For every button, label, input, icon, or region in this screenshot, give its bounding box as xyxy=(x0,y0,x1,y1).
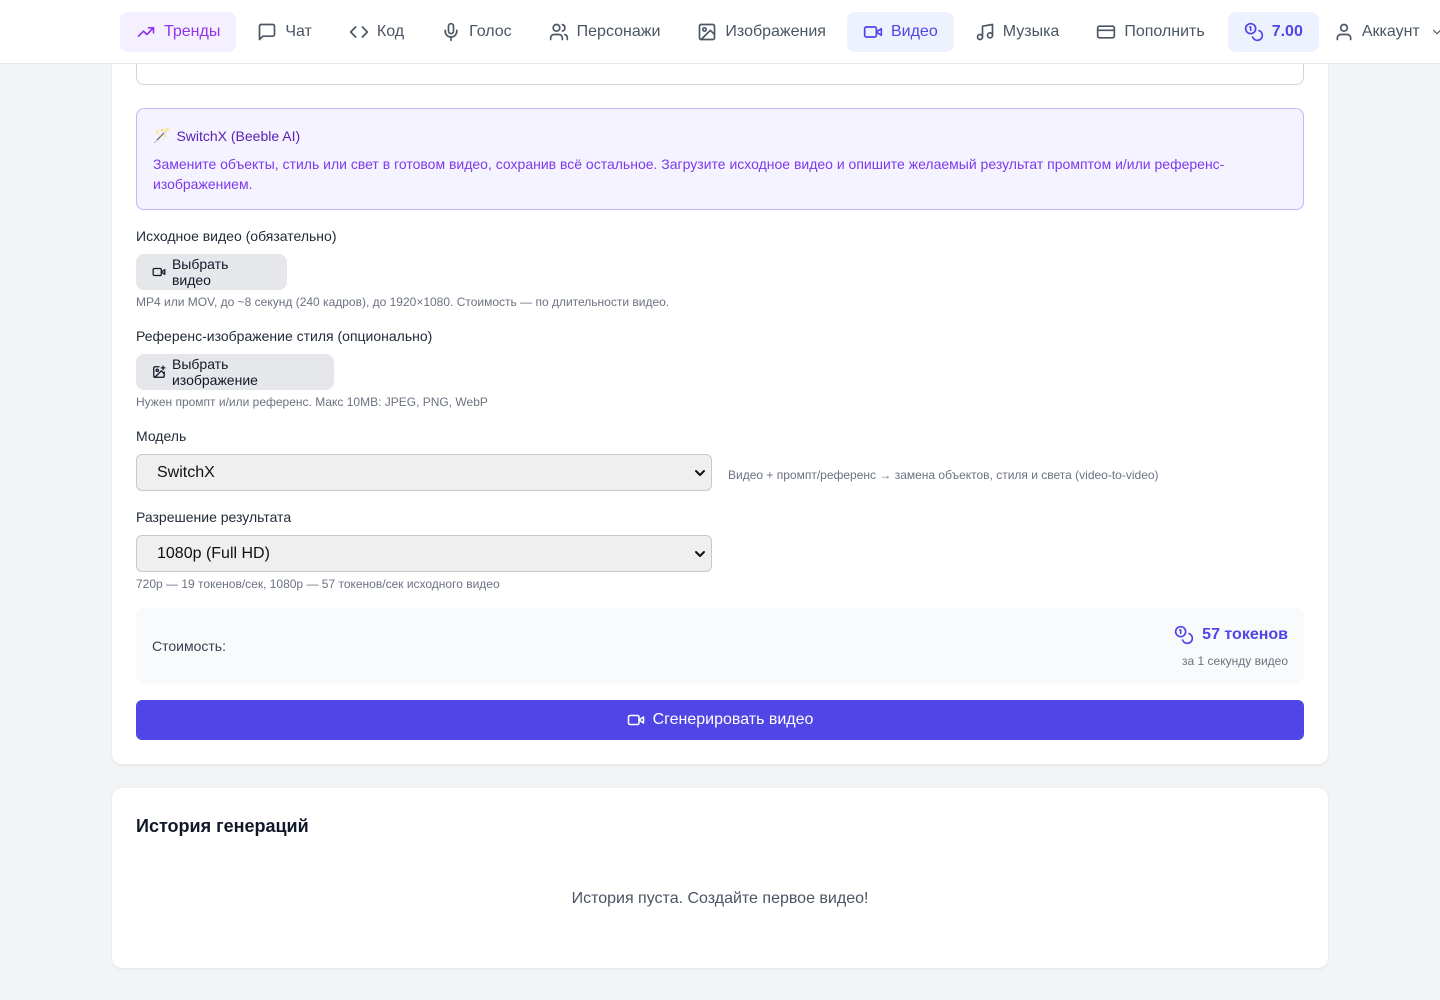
resolution-label: Разрешение результата xyxy=(136,509,292,525)
history-title: История генераций xyxy=(136,816,309,836)
resolution-select-value: 1080p (Full HD) xyxy=(157,544,270,562)
magic-wand-icon: 🪄 xyxy=(153,127,171,143)
cost-subtext: за 1 секунду видео xyxy=(1182,654,1288,668)
generate-video-button-label: Сгенерировать видео xyxy=(652,711,814,728)
nav-item-chat[interactable]: Чат xyxy=(241,12,328,52)
image-icon xyxy=(699,23,716,40)
video-camera-icon xyxy=(863,25,883,38)
coins-icon xyxy=(1175,625,1194,645)
model-label: Модель xyxy=(136,428,187,444)
nav-item-label: Музыка xyxy=(1002,22,1060,40)
token-balance-value: 7.00 xyxy=(1271,22,1303,40)
nav-item-label: Видео xyxy=(890,22,938,40)
user-icon xyxy=(1336,23,1352,40)
account-menu[interactable]: Аккаунт xyxy=(1324,12,1440,52)
chevron-down-icon xyxy=(1432,29,1440,34)
nav-item-characters[interactable]: Персонажи xyxy=(533,12,677,52)
model-description: Видео + промпт/референс → замена объекто… xyxy=(728,468,1159,482)
nav-item-images[interactable]: Изображения xyxy=(681,12,842,52)
select-image-button-label: Выбрать изображение xyxy=(171,356,258,388)
music-note-icon xyxy=(976,23,994,40)
nav-item-topup[interactable]: Пополнить xyxy=(1080,12,1220,52)
nav-item-code[interactable]: Код xyxy=(333,12,420,52)
reference-image-hint: Нужен промпт и/или референс. Макс 10MB: … xyxy=(136,395,488,409)
source-video-hint: MP4 или MOV, до ~8 секунд (240 кадров), … xyxy=(136,295,670,309)
code-icon xyxy=(349,25,369,38)
model-select-value: SwitchX xyxy=(157,463,215,481)
nav-item-label: Голос xyxy=(469,22,512,40)
trending-up-icon xyxy=(137,26,155,37)
nav-item-music[interactable]: Музыка xyxy=(959,12,1076,52)
source-video-label: Исходное видео (обязательно) xyxy=(136,228,337,244)
generation-history-card xyxy=(112,788,1328,968)
cost-label: Стоимость: xyxy=(152,638,226,654)
chevron-down-icon xyxy=(695,551,705,557)
model-info-title: 🪄 SwitchX (Beeble AI) xyxy=(153,127,1287,144)
nav-item-video[interactable]: Видео xyxy=(846,11,954,52)
credit-card-icon xyxy=(1097,24,1116,39)
generate-video-button[interactable]: Сгенерировать видео xyxy=(136,700,1304,740)
account-label: Аккаунт xyxy=(1361,22,1420,40)
nav-item-label: Пополнить xyxy=(1124,22,1205,40)
model-select[interactable]: SwitchX xyxy=(136,454,712,491)
token-balance[interactable]: 7.00 xyxy=(1227,11,1319,52)
reference-image-label: Референс-изображение стиля (опционально) xyxy=(136,328,433,344)
nav-item-label: Изображения xyxy=(725,22,826,40)
image-plus-icon xyxy=(153,365,166,378)
nav-item-voice[interactable]: Голос xyxy=(425,12,528,52)
select-image-button[interactable]: Выбрать изображение xyxy=(136,354,334,390)
users-icon xyxy=(549,23,568,40)
nav-item-trends[interactable]: Тренды xyxy=(120,11,237,52)
nav-item-label: Тренды xyxy=(164,22,221,40)
cost-value-text: 57 токенов xyxy=(1202,626,1288,643)
cost-value: 57 токенов xyxy=(1174,625,1288,645)
select-video-button-label: Выбрать видео xyxy=(171,256,229,288)
video-camera-icon xyxy=(152,267,166,277)
resolution-select[interactable]: 1080p (Full HD) xyxy=(136,535,712,572)
select-video-button[interactable]: Выбрать видео xyxy=(136,254,287,290)
top-navigation: Тренды Чат Код Голос Персонажи Изображен… xyxy=(0,0,1440,64)
model-info-title-text: SwitchX (Beeble AI) xyxy=(176,127,301,144)
model-info-description: Замените объекты, стиль или свет в готов… xyxy=(153,156,1225,192)
nav-item-label: Чат xyxy=(285,22,312,40)
chat-bubble-icon xyxy=(259,23,276,40)
model-info-box: 🪄 SwitchX (Beeble AI) Замените объекты, … xyxy=(136,108,1304,210)
history-empty-message: История пуста. Создайте первое видео! xyxy=(571,890,869,907)
nav-item-label: Код xyxy=(376,22,405,40)
nav-item-label: Персонажи xyxy=(576,22,661,40)
coins-icon xyxy=(1244,22,1263,41)
microphone-icon xyxy=(444,22,458,41)
cost-panel: Стоимость: 57 токенов за 1 секунду видео xyxy=(136,608,1304,684)
resolution-hint: 720p — 19 токенов/сек, 1080p — 57 токено… xyxy=(136,577,500,591)
video-camera-icon xyxy=(627,714,644,726)
chevron-down-icon xyxy=(695,470,705,476)
